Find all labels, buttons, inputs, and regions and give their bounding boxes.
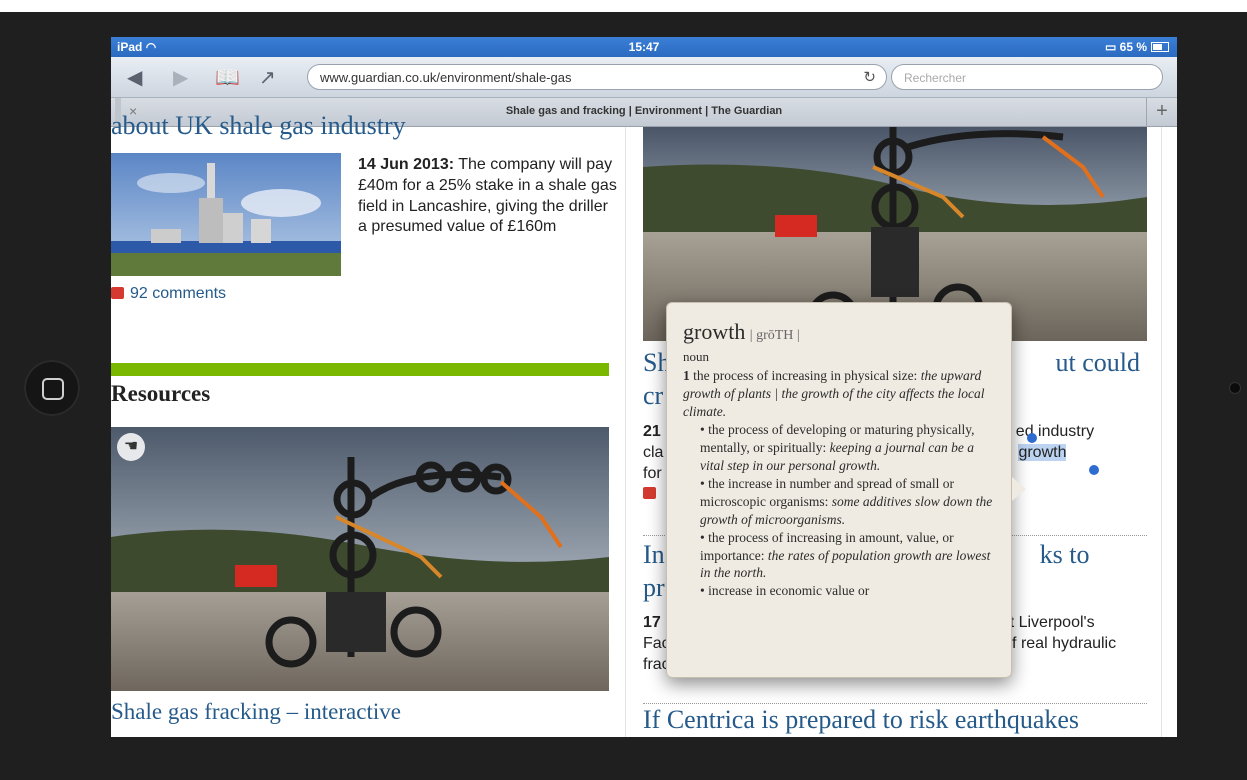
article-date: 14 Jun 2013: xyxy=(358,156,455,173)
camera-icon xyxy=(1229,382,1241,394)
status-bar: iPad ◠ 15:47 ▭ 65 % xyxy=(111,37,1177,57)
dict-part-of-speech: noun xyxy=(683,349,709,364)
url-text: www.guardian.co.uk/environment/shale-gas xyxy=(320,70,572,85)
status-battery: ▭ 65 % xyxy=(1105,40,1169,54)
forward-arrow-icon[interactable]: ▶ xyxy=(173,65,188,90)
hand-pointer-icon[interactable]: ☚ xyxy=(117,433,145,461)
dict-sense-number: 1 xyxy=(683,368,690,383)
top-margin xyxy=(0,0,1247,12)
dict-def-1: the process of increasing in physical si… xyxy=(693,368,918,383)
comment-bubble-icon xyxy=(111,287,124,299)
comments-count: 92 comments xyxy=(130,285,227,302)
dotted-separator-2 xyxy=(643,703,1147,704)
section-green-bar xyxy=(111,363,609,376)
reload-icon[interactable]: ↻ xyxy=(863,68,876,86)
interactive-link[interactable]: Shale gas fracking – interactive xyxy=(111,699,401,725)
status-time: 15:47 xyxy=(628,40,660,54)
dictionary-popover[interactable]: growth | grōTH | noun 1 the process of i… xyxy=(666,302,1012,678)
shale-site-thumbnail[interactable] xyxy=(111,153,341,276)
dict-word: growth xyxy=(683,319,746,344)
wellhead-photo[interactable]: ☚ xyxy=(111,427,609,691)
comment-bubble-icon-2 xyxy=(643,487,656,500)
comments-link[interactable]: 92 comments xyxy=(111,285,226,303)
page-content: about UK shale gas industry 14 Jun 2013:… xyxy=(111,111,1177,737)
battery-icon xyxy=(1151,42,1169,52)
browser-toolbar: ◀ ▶ 📖 ↗ www.guardian.co.uk/environment/s… xyxy=(111,57,1177,98)
article-teaser[interactable]: 14 Jun 2013: The company will pay £40m f… xyxy=(358,155,618,238)
column-divider-right xyxy=(1161,127,1162,737)
home-square-icon xyxy=(42,378,64,400)
url-field[interactable]: www.guardian.co.uk/environment/shale-gas… xyxy=(307,64,887,90)
new-tab-button[interactable]: + xyxy=(1146,98,1177,126)
airplay-icon: ▭ xyxy=(1104,40,1117,54)
popover-arrow xyxy=(1012,477,1026,501)
headline-3[interactable]: If Centrica is prepared to risk earthqua… xyxy=(643,705,1147,735)
dict-pronunciation: | grōTH | xyxy=(749,328,800,343)
selected-word[interactable]: growth xyxy=(1018,443,1067,461)
column-divider xyxy=(625,127,626,737)
dict-definitions: 1 the process of increasing in physical … xyxy=(683,367,995,600)
home-button[interactable] xyxy=(24,360,80,416)
share-icon[interactable]: ↗ xyxy=(259,65,276,90)
resources-heading: Resources xyxy=(111,381,211,406)
selection-start-handle[interactable] xyxy=(1027,433,1037,443)
dict-def-5: • increase in economic value or xyxy=(700,583,870,599)
ipad-screen: iPad ◠ 15:47 ▭ 65 % ◀ ▶ 📖 ↗ www.guardian… xyxy=(111,37,1177,737)
bookmarks-book-icon[interactable]: 📖 xyxy=(215,65,240,90)
search-input[interactable]: Rechercher xyxy=(891,64,1163,90)
search-placeholder: Rechercher xyxy=(904,71,967,85)
cut-headline[interactable]: about UK shale gas industry xyxy=(111,111,406,141)
selection-end-handle[interactable] xyxy=(1089,465,1099,475)
back-arrow-icon[interactable]: ◀ xyxy=(127,65,142,90)
